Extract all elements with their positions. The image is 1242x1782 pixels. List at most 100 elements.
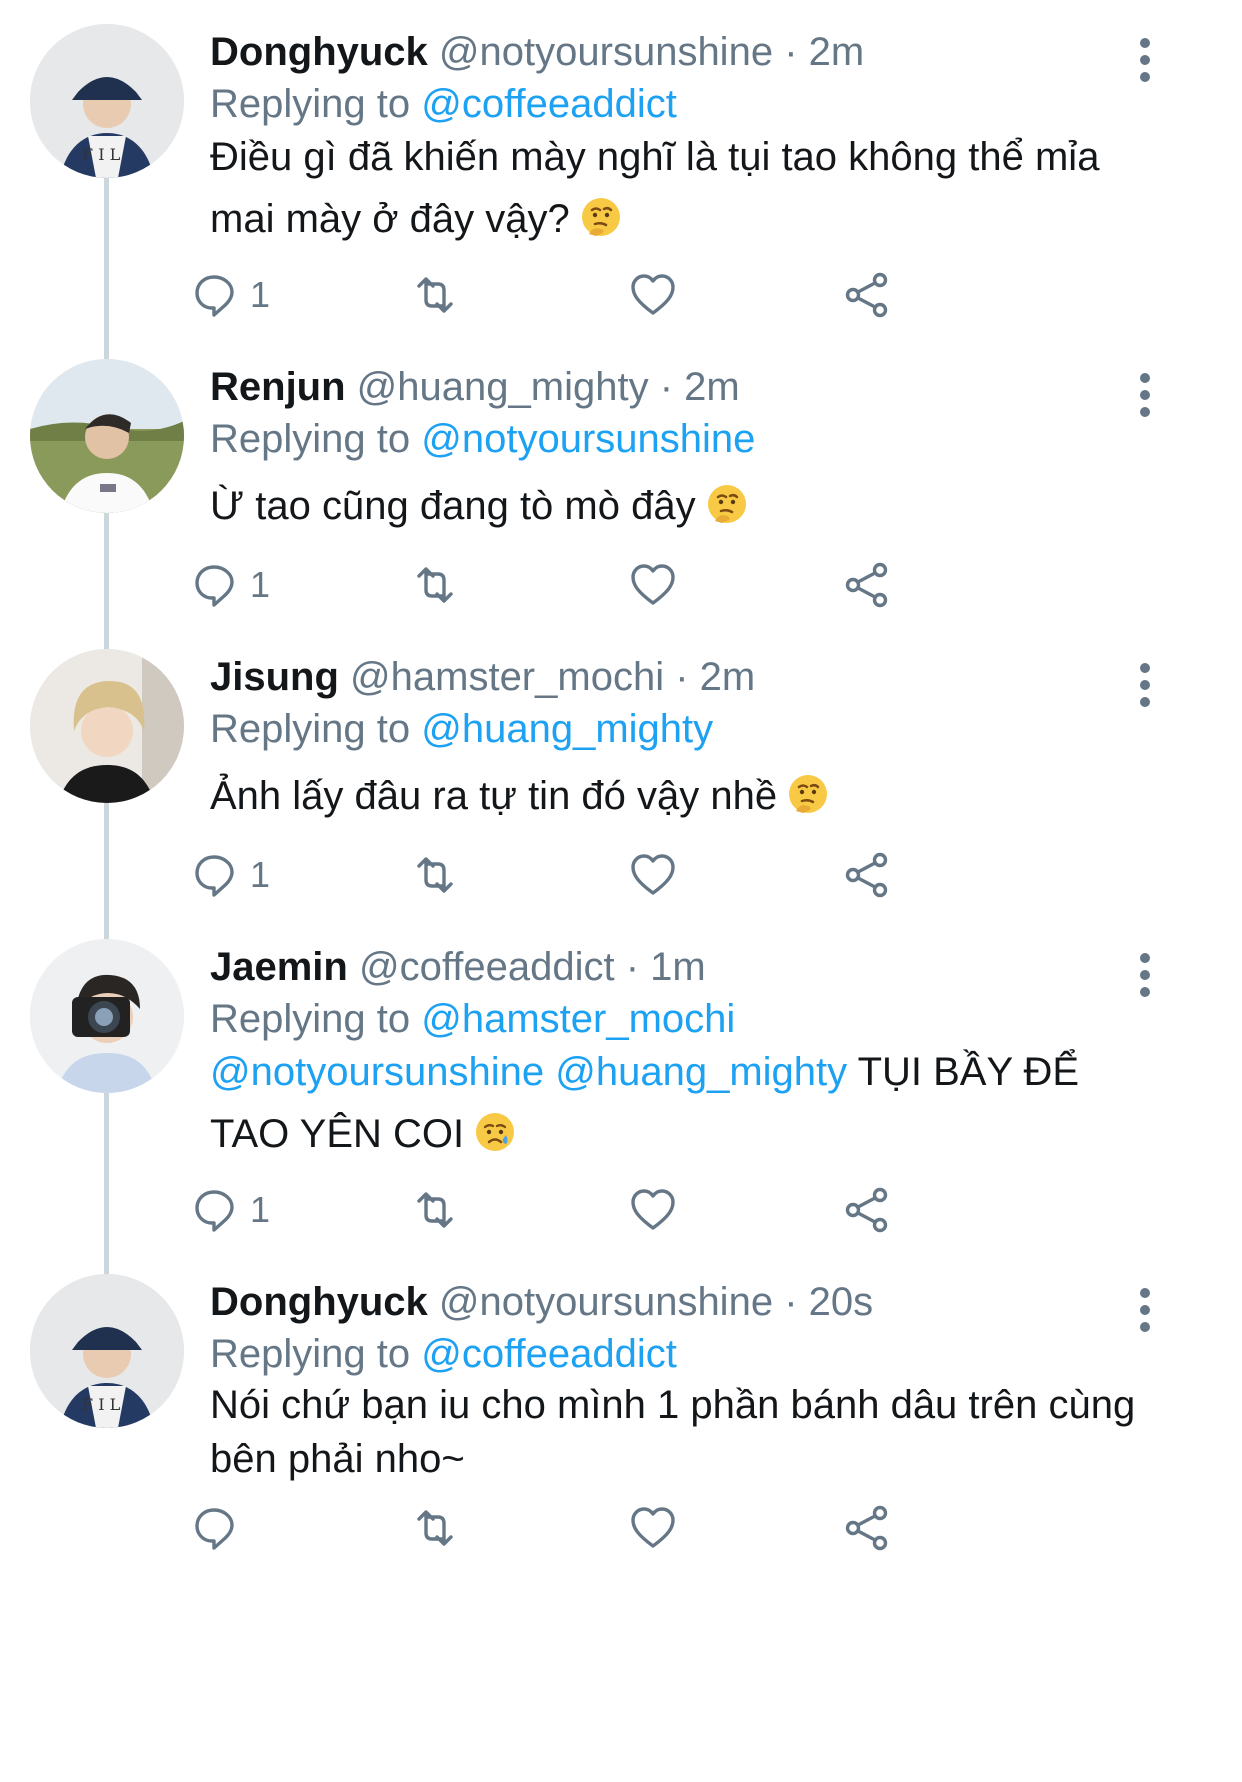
retweet-icon: [417, 277, 453, 313]
more-options-icon[interactable]: [1130, 38, 1160, 88]
tweet-text: Nói chứ bạn iu cho mình 1 phần bánh dâu …: [210, 1378, 1170, 1486]
display-name[interactable]: Jaemin: [210, 945, 348, 989]
crying-face-icon: [474, 1111, 516, 1153]
tweet[interactable]: Jisung @hamster_mochi · 2m Replying to @…: [0, 649, 1242, 939]
svg-text:F I L: F I L: [82, 145, 121, 164]
reply-button[interactable]: [190, 1498, 250, 1558]
retweet-button[interactable]: [410, 555, 460, 615]
tweet[interactable]: F I L Donghyuck @notyoursunshine · 2m Re…: [0, 24, 1242, 354]
replying-mention[interactable]: @hamster_mochi: [421, 997, 735, 1041]
retweet-icon: [417, 1192, 453, 1228]
replying-mention[interactable]: @coffeeaddict: [421, 1332, 677, 1376]
replying-to: Replying to @hamster_mochi: [210, 991, 735, 1047]
replying-label: Replying to: [210, 1332, 411, 1376]
retweet-button[interactable]: [410, 1180, 460, 1240]
replying-to: Replying to @notyoursunshine: [210, 411, 755, 467]
user-handle[interactable]: @notyoursunshine: [439, 1280, 773, 1324]
thinking-face-icon: [787, 773, 829, 815]
svg-text:F I L: F I L: [82, 1395, 121, 1414]
retweet-icon: [417, 1510, 453, 1546]
retweet-button[interactable]: [410, 265, 460, 325]
display-name[interactable]: Donghyuck: [210, 1280, 428, 1324]
more-options-icon[interactable]: [1130, 953, 1160, 1003]
reply-button[interactable]: 1: [190, 845, 270, 905]
replying-label: Replying to: [210, 82, 411, 126]
avatar[interactable]: [30, 939, 184, 1093]
share-button[interactable]: [842, 1180, 892, 1240]
timestamp: · 2m: [675, 655, 756, 699]
tweet-header: Donghyuck @notyoursunshine · 20s: [210, 1274, 873, 1330]
share-button[interactable]: [842, 265, 892, 325]
replying-to: Replying to @coffeeaddict: [210, 1326, 677, 1382]
tweet[interactable]: Renjun @huang_mighty · 2m Replying to @n…: [0, 359, 1242, 649]
tweet-text: @notyoursunshine @huang_mighty TỤI BẦY Đ…: [210, 1041, 1160, 1165]
more-options-icon[interactable]: [1130, 1288, 1160, 1338]
tweet[interactable]: Jaemin @coffeeaddict · 1m Replying to @h…: [0, 939, 1242, 1269]
user-handle[interactable]: @notyoursunshine: [439, 30, 773, 74]
reply-icon: [195, 1190, 234, 1232]
avatar[interactable]: [30, 649, 184, 803]
tweet-actions: 1: [195, 845, 1010, 905]
like-button[interactable]: [628, 1180, 678, 1240]
replying-mention[interactable]: @coffeeaddict: [421, 82, 677, 126]
retweet-icon: [417, 567, 453, 603]
replying-mention[interactable]: @notyoursunshine: [421, 417, 755, 461]
reply-button[interactable]: 1: [190, 555, 270, 615]
reply-icon: [195, 565, 234, 607]
more-options-icon[interactable]: [1130, 663, 1160, 713]
avatar[interactable]: F I L: [30, 24, 184, 178]
share-icon: [845, 562, 888, 608]
retweet-button[interactable]: [410, 1498, 460, 1558]
mention-link[interactable]: @huang_mighty: [555, 1050, 847, 1094]
avatar[interactable]: F I L: [30, 1274, 184, 1428]
avatar[interactable]: [30, 359, 184, 513]
display-name[interactable]: Donghyuck: [210, 30, 428, 74]
replying-to: Replying to @coffeeaddict: [210, 76, 677, 132]
like-button[interactable]: [628, 555, 678, 615]
tweet[interactable]: F I L Donghyuck @notyoursunshine · 20s R…: [0, 1274, 1242, 1782]
heart-icon: [631, 274, 675, 315]
replying-mention[interactable]: @huang_mighty: [421, 707, 713, 751]
reply-count: 1: [250, 274, 271, 315]
reply-icon: [195, 855, 234, 897]
timestamp: · 1m: [625, 945, 706, 989]
tweet-header: Donghyuck @notyoursunshine · 2m: [210, 24, 864, 80]
user-handle[interactable]: @hamster_mochi: [350, 655, 664, 699]
retweet-button[interactable]: [410, 845, 460, 905]
reply-button[interactable]: 1: [190, 1180, 270, 1240]
heart-icon: [631, 854, 675, 895]
user-handle[interactable]: @coffeeaddict: [359, 945, 615, 989]
like-button[interactable]: [628, 845, 678, 905]
reply-count: 1: [250, 564, 271, 605]
share-button[interactable]: [842, 845, 892, 905]
heart-icon: [631, 564, 675, 605]
timestamp: · 20s: [784, 1280, 874, 1324]
tweet-actions: [195, 1498, 1010, 1558]
mention-link[interactable]: @notyoursunshine: [210, 1050, 544, 1094]
tweet-header: Renjun @huang_mighty · 2m: [210, 359, 740, 415]
tweet-text: Ảnh lấy đâu ra tự tin đó vậy nhề: [210, 765, 1170, 827]
more-options-icon[interactable]: [1130, 373, 1160, 423]
reply-button[interactable]: 1: [190, 265, 270, 325]
timestamp: · 2m: [659, 365, 740, 409]
thinking-face-icon: [706, 483, 747, 525]
replying-to: Replying to @huang_mighty: [210, 701, 713, 757]
share-icon: [845, 1187, 888, 1233]
thinking-face-icon: [580, 196, 621, 238]
like-button[interactable]: [628, 265, 678, 325]
tweet-text-content: Ừ tao cũng đang tò mò đây: [210, 484, 696, 528]
replying-label: Replying to: [210, 997, 411, 1041]
tweet-actions: 1: [195, 555, 1010, 615]
user-handle[interactable]: @huang_mighty: [357, 365, 649, 409]
retweet-icon: [417, 857, 453, 893]
like-button[interactable]: [628, 1498, 678, 1558]
display-name[interactable]: Renjun: [210, 365, 346, 409]
share-button[interactable]: [842, 1498, 892, 1558]
reply-icon: [195, 1508, 234, 1550]
display-name[interactable]: Jisung: [210, 655, 339, 699]
share-icon: [845, 272, 888, 318]
replying-label: Replying to: [210, 707, 411, 751]
share-button[interactable]: [842, 555, 892, 615]
reply-icon: [195, 275, 234, 317]
tweet-text-content: Nói chứ bạn iu cho mình 1 phần bánh dâu …: [210, 1383, 1147, 1481]
